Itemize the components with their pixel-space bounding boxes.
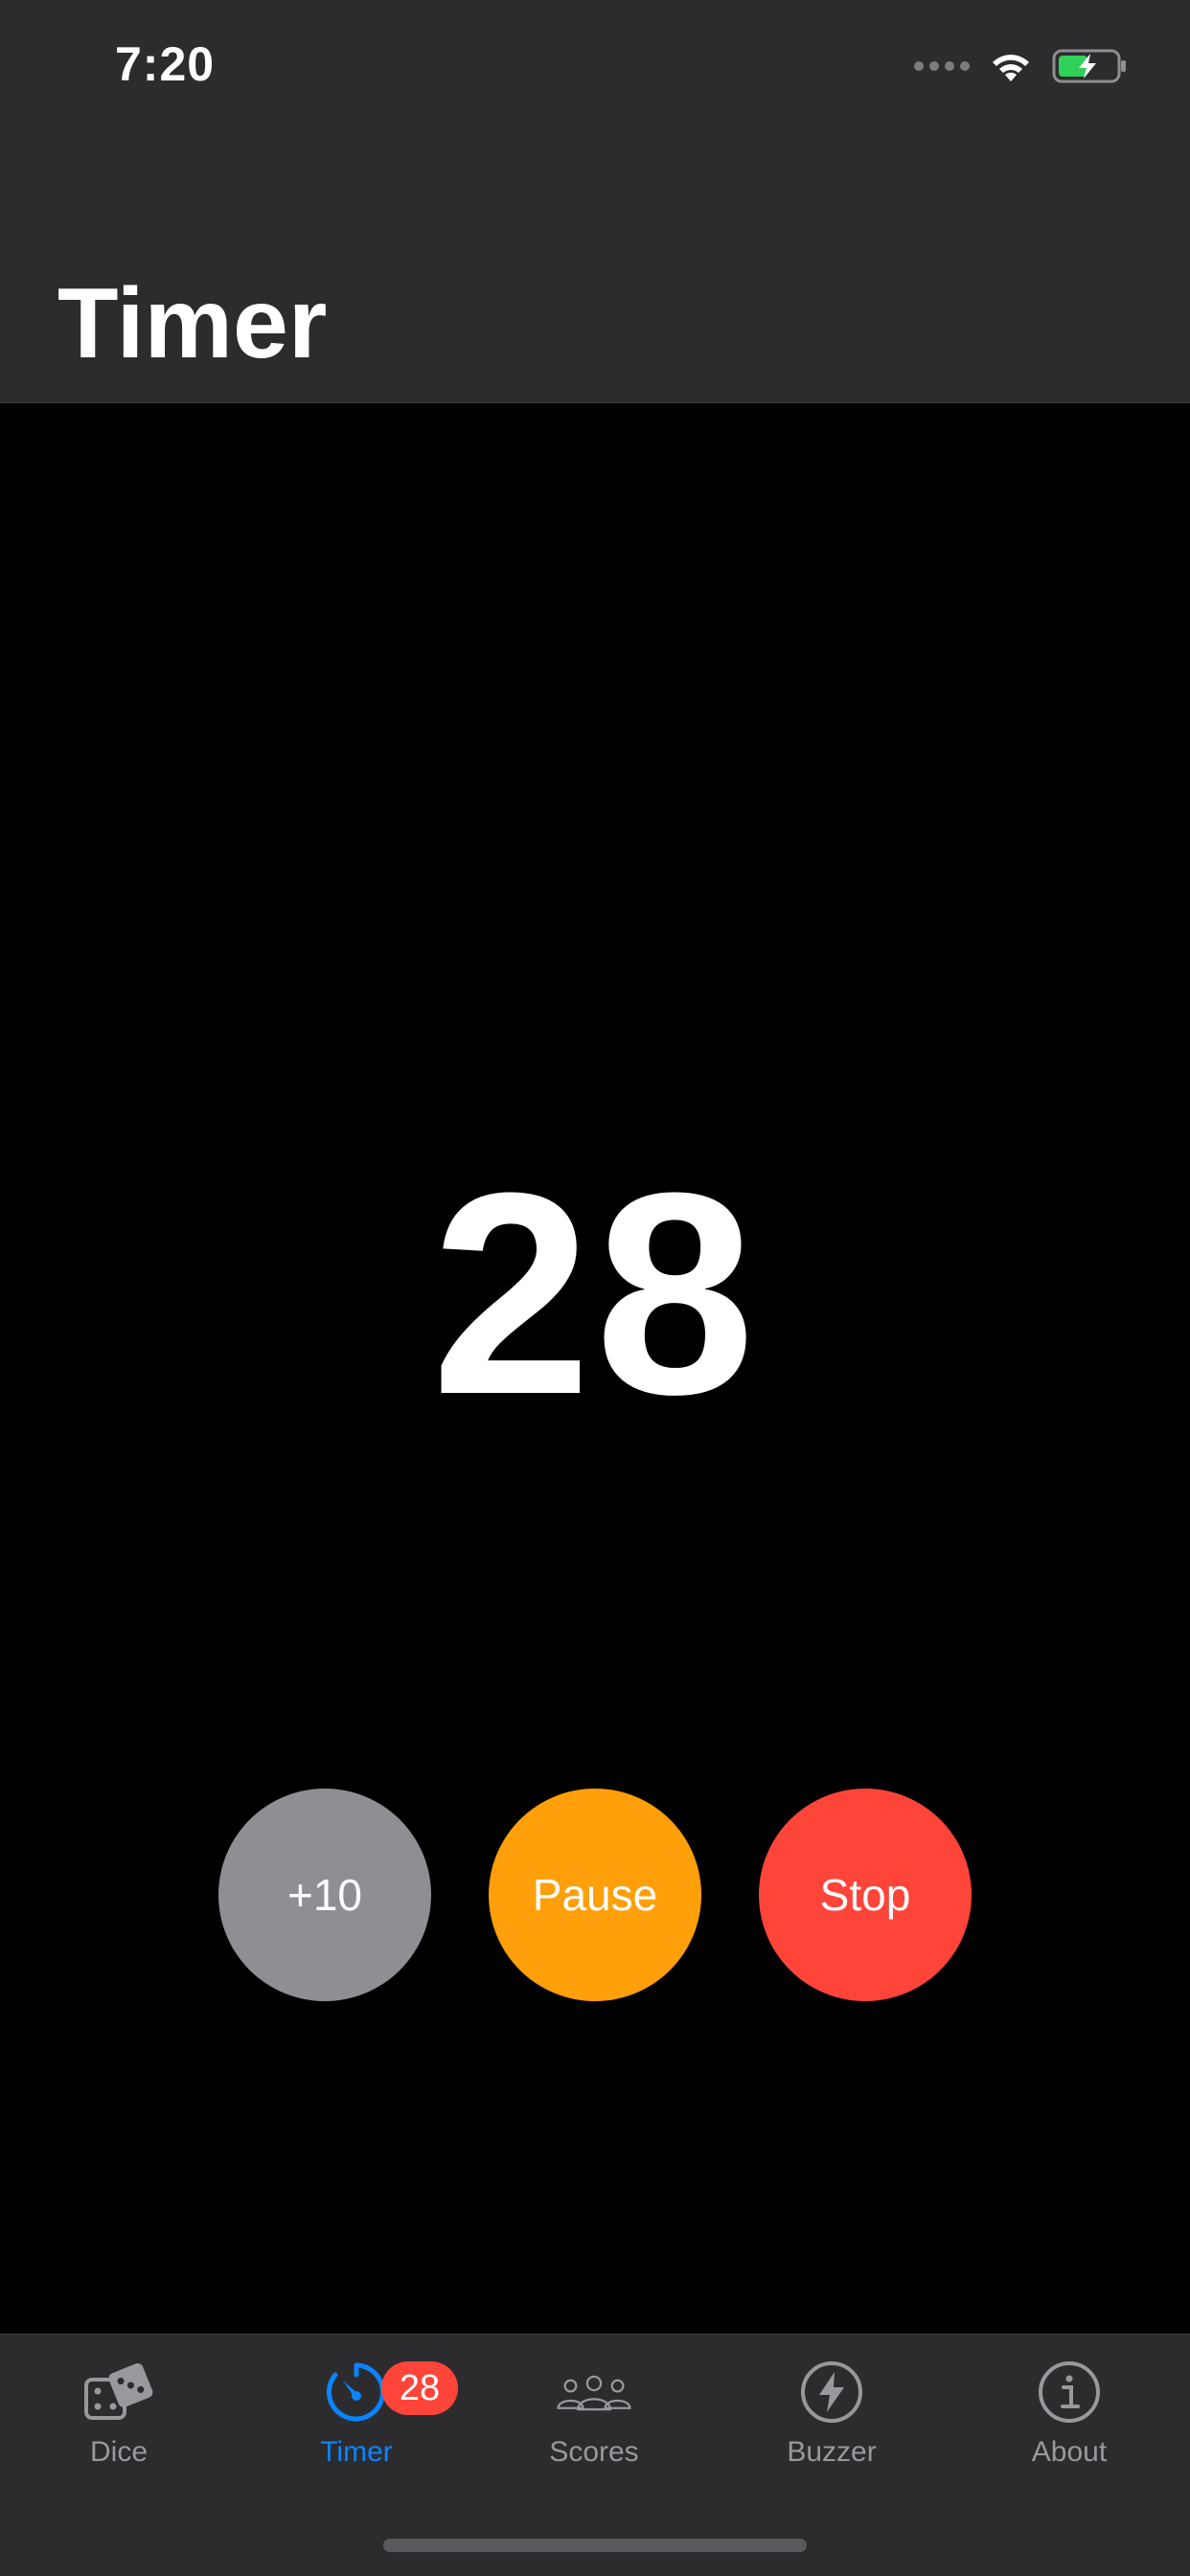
tab-scores-label: Scores [549,2436,639,2468]
add-ten-seconds-button[interactable]: +10 [218,1789,431,2001]
lightning-icon [793,2354,870,2430]
tab-dice[interactable]: Dice [0,2354,238,2497]
status-time: 7:20 [115,37,216,91]
page-title: Timer [57,268,328,379]
tab-timer[interactable]: Timer 28 [238,2354,475,2497]
tab-buzzer-label: Buzzer [787,2436,877,2468]
wifi-icon [993,55,1029,81]
cellular-signal-icon [914,61,970,71]
dice-icon [80,2354,157,2430]
timer-countdown: 28 [431,1132,759,1454]
people-icon [556,2354,632,2430]
status-icons [914,42,1129,90]
navigation-header: 7:20 Timer [0,0,1190,403]
pause-button[interactable]: Pause [489,1789,701,2001]
info-icon [1031,2354,1108,2430]
battery-charging-icon [1052,49,1126,83]
tab-buzzer[interactable]: Buzzer [713,2354,950,2497]
home-indicator [383,2539,807,2552]
tab-scores[interactable]: Scores [475,2354,713,2497]
tab-dice-label: Dice [89,2436,148,2468]
tab-about[interactable]: About [950,2354,1188,2497]
timer-badge: 28 [381,2361,458,2415]
tab-timer-label: Timer [320,2436,393,2468]
stop-button[interactable]: Stop [759,1789,972,2001]
tab-about-label: About [1031,2436,1108,2468]
